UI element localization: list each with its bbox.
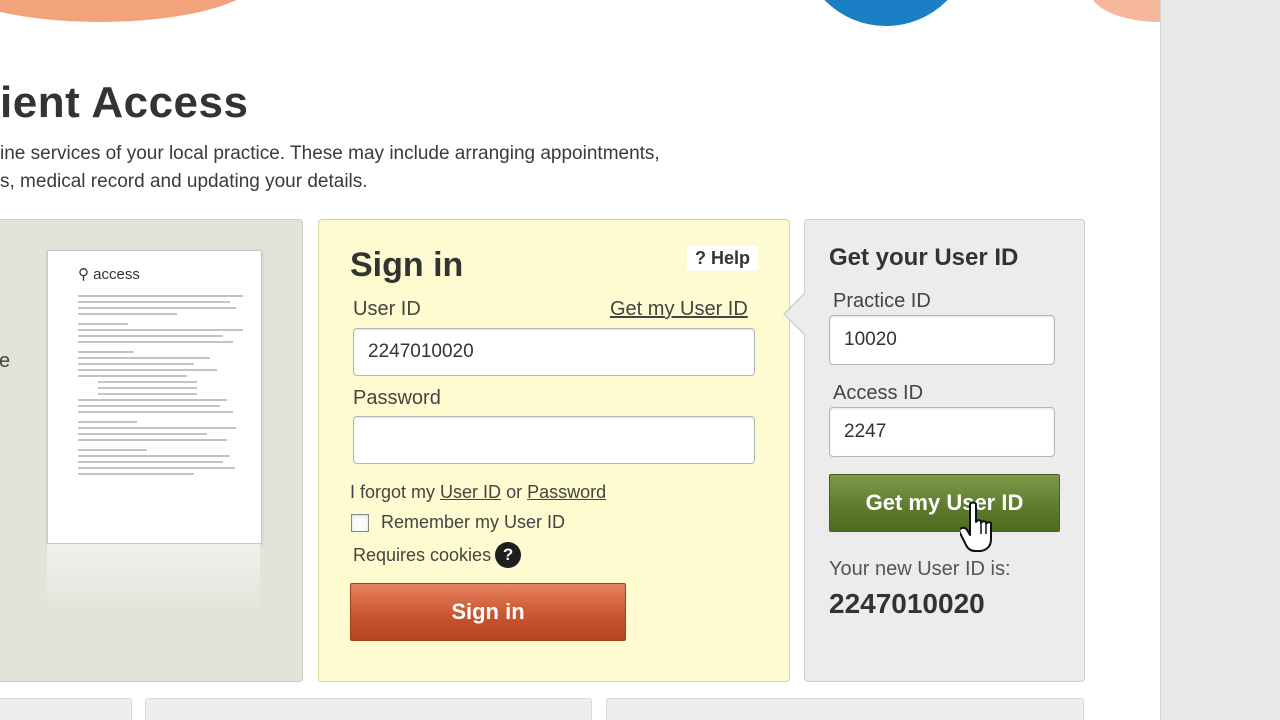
forgot-password-link[interactable]: Password <box>527 482 606 502</box>
page-title: ient Access <box>0 78 249 127</box>
practice-id-input[interactable]: 10020 <box>829 315 1055 365</box>
help-question-icon: ? <box>695 248 706 268</box>
callout-arrow-fill <box>785 293 806 335</box>
question-circle-icon[interactable]: ? <box>495 542 522 568</box>
sign-in-button[interactable]: Sign in <box>350 583 626 641</box>
registration-letter-thumbnail[interactable]: ⚲ access <box>47 250 262 544</box>
header-swoosh-right-decoration <box>1090 0 1160 22</box>
hand-pointer-icon <box>960 501 992 552</box>
password-input[interactable] <box>353 416 755 464</box>
requires-cookies-row: Requires cookies ? <box>353 542 522 568</box>
remember-user-id-label: Remember my User ID <box>381 512 566 532</box>
document-reflection <box>47 544 260 614</box>
get-my-user-id-button[interactable]: Get my User ID <box>829 474 1060 532</box>
access-id-label: Access ID <box>833 382 924 404</box>
partial-text: e <box>0 350 11 372</box>
practice-id-label: Practice ID <box>833 290 931 312</box>
requires-cookies-label: Requires cookies <box>353 544 492 565</box>
remember-user-id-checkbox[interactable] <box>351 513 369 532</box>
forgot-prefix: I forgot my <box>350 482 436 502</box>
get-my-user-id-link[interactable]: Get my User ID <box>610 298 748 321</box>
intro-line-1: ine services of your local practice. The… <box>0 143 660 164</box>
bottom-card-2 <box>145 698 592 720</box>
sign-in-panel: Sign in ? Help User ID Get my User ID 22… <box>318 219 790 682</box>
user-id-input[interactable]: 2247010020 <box>353 328 755 376</box>
intro-line-2: s, medical record and updating your deta… <box>0 171 368 192</box>
forgot-user-id-link[interactable]: User ID <box>440 482 501 502</box>
page: ient Access ine services of your local p… <box>0 0 1160 720</box>
new-user-id-value: 2247010020 <box>829 588 985 619</box>
forgot-or: or <box>506 482 523 502</box>
document-logo: ⚲ access <box>78 265 140 283</box>
access-id-input[interactable]: 2247 <box>829 407 1055 457</box>
get-user-id-heading: Get your User ID <box>829 244 1019 271</box>
help-button[interactable]: ? Help <box>687 246 759 271</box>
bottom-card-3 <box>606 698 1084 720</box>
key-icon: ⚲ <box>78 266 89 283</box>
intro-text: ine services of your local practice. The… <box>0 140 660 196</box>
document-preview-panel: e ⚲ access <box>0 219 303 682</box>
help-label: Help <box>711 248 751 268</box>
remember-user-id-row[interactable]: Remember my User ID <box>351 512 565 533</box>
sign-in-heading: Sign in <box>350 246 464 284</box>
forgot-credentials-text: I forgot my User ID or Password <box>350 482 606 503</box>
user-id-label: User ID <box>353 298 421 320</box>
header-swoosh-decoration <box>0 0 260 22</box>
bottom-card-1 <box>0 698 132 720</box>
password-label: Password <box>353 387 441 409</box>
document-logo-text: access <box>93 266 140 283</box>
browser-background-gutter <box>1160 0 1280 720</box>
new-user-id-label: Your new User ID is: <box>829 558 1011 580</box>
get-user-id-panel: Get your User ID Practice ID 10020 Acces… <box>783 219 1085 682</box>
document-text-lines <box>78 295 243 479</box>
brand-circle-decoration <box>800 0 972 26</box>
